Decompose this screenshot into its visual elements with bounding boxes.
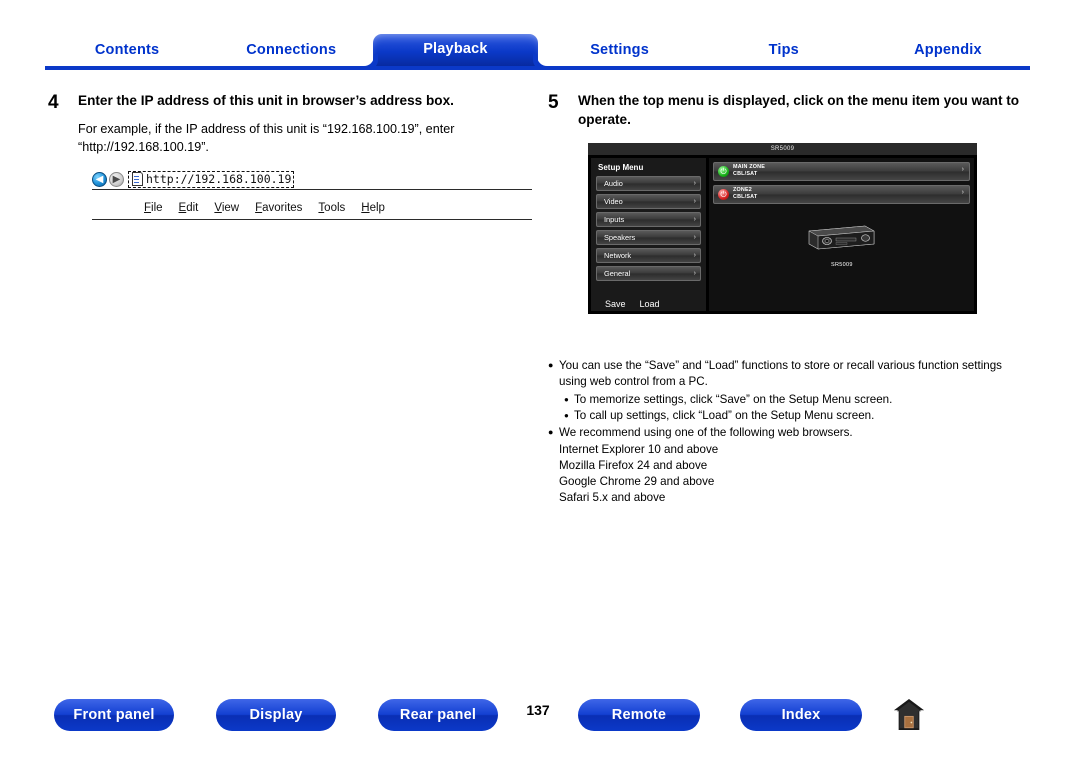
chevron-right-icon: › xyxy=(693,251,696,259)
browser-list-item: Mozilla Firefox 24 and above xyxy=(559,459,708,473)
home-icon[interactable] xyxy=(893,698,925,732)
display-button[interactable]: Display xyxy=(216,699,336,731)
zone-row[interactable]: ⏻ ZONE2 CBL/SAT › xyxy=(713,184,970,204)
zone-source: CBL/SAT xyxy=(733,171,758,177)
note-subtext: To memorize settings, click “Save” on th… xyxy=(574,392,893,406)
setup-item-video-label: Video xyxy=(604,196,623,206)
zone-name: ZONE2 xyxy=(733,187,752,193)
browser-list-item: Internet Explorer 10 and above xyxy=(559,443,719,457)
setup-item-inputs-label: Inputs xyxy=(604,214,625,224)
receiver-device-image xyxy=(808,225,875,249)
step-5-number: 5 xyxy=(548,92,559,113)
browser-list-item: Safari 5.x and above xyxy=(559,491,666,505)
browser-list: Internet Explorer 10 and above Mozilla F… xyxy=(559,442,1018,506)
zone-source: CBL/SAT xyxy=(733,194,758,200)
load-button[interactable]: Load xyxy=(640,299,660,309)
bullet-icon: ● xyxy=(564,411,569,421)
note-text: We recommend using one of the following … xyxy=(559,425,853,439)
bullet-icon: ● xyxy=(548,360,554,370)
tab-tips[interactable]: Tips xyxy=(702,42,866,66)
back-arrow-icon[interactable]: ◀ xyxy=(92,171,107,187)
note-subitem: ● To call up settings, click “Load” on t… xyxy=(564,408,1018,424)
bottom-navigation: Front panel Display Rear panel 137 Remot… xyxy=(0,697,1080,737)
browser-list-item: Google Chrome 29 and above xyxy=(559,475,715,489)
step-4-heading: 4 Enter the IP address of this unit in b… xyxy=(48,92,530,113)
zone-panel: ⏻ MAIN ZONE CBL/SAT › ⏻ ZONE2 CBL/SAT › xyxy=(709,157,974,311)
zone-name: MAIN ZONE xyxy=(733,164,766,170)
step-5-column: 5 When the top menu is displayed, click … xyxy=(548,92,1030,314)
nav-underline xyxy=(45,66,1030,70)
step-5-heading: 5 When the top menu is displayed, click … xyxy=(548,92,1030,130)
setup-menu-label: Setup Menu xyxy=(598,162,644,172)
chevron-right-icon: › xyxy=(693,179,696,187)
chevron-right-icon: › xyxy=(693,233,696,241)
screen-title-bar: SR5009 xyxy=(588,142,977,155)
step-4-number: 4 xyxy=(48,92,59,113)
setup-menu-screenshot: SR5009 Setup Menu Audio › Video › Inputs › … xyxy=(588,142,977,314)
device-model-label: SR5009 xyxy=(831,261,853,268)
note-text: You can use the “Save” and “Load” functi… xyxy=(559,359,1002,389)
step-4-title: Enter the IP address of this unit in bro… xyxy=(78,93,454,108)
browser-address-illustration: ◀ ▶ http://192.168.100.19 File Edit View… xyxy=(92,170,532,223)
menu-help[interactable]: Help xyxy=(361,202,385,214)
save-button[interactable]: Save xyxy=(605,299,626,309)
setup-item-network-label: Network xyxy=(604,250,632,260)
page-icon xyxy=(132,172,143,187)
power-icon[interactable]: ⏻ xyxy=(718,165,729,177)
forward-arrow-icon[interactable]: ▶ xyxy=(109,171,124,187)
index-button[interactable]: Index xyxy=(740,699,862,731)
rear-panel-button[interactable]: Rear panel xyxy=(378,699,498,731)
menu-file[interactable]: File xyxy=(144,202,163,214)
setup-item-speakers[interactable]: Speakers › xyxy=(596,229,701,245)
menu-tools[interactable]: Tools xyxy=(318,202,345,214)
setup-menu-panel: Setup Menu Audio › Video › Inputs › Speaker… xyxy=(591,157,706,311)
step-4-column: 4 Enter the IP address of this unit in b… xyxy=(48,92,532,223)
page-number: 137 xyxy=(526,702,550,718)
setup-item-audio[interactable]: Audio › xyxy=(596,175,701,191)
chevron-right-icon: › xyxy=(961,165,964,173)
power-icon[interactable]: ⏻ xyxy=(718,188,729,200)
menu-view[interactable]: View xyxy=(214,202,239,214)
tab-appendix[interactable]: Appendix xyxy=(866,42,1030,66)
setup-item-video[interactable]: Video › xyxy=(596,193,701,209)
tab-bar: Contents Connections Playback Settings T… xyxy=(45,26,1030,66)
address-bar[interactable]: http://192.168.100.19 xyxy=(128,170,295,188)
front-panel-button[interactable]: Front panel xyxy=(54,699,174,731)
step-5-title: When the top menu is displayed, click on… xyxy=(578,93,1020,127)
setup-item-audio-label: Audio xyxy=(604,178,623,188)
chevron-right-icon: › xyxy=(693,269,696,277)
chevron-right-icon: › xyxy=(693,215,696,223)
note-subitem: ● To memorize settings, click “Save” on … xyxy=(564,392,1018,408)
address-bar-value: http://192.168.100.19 xyxy=(146,172,292,187)
menu-edit[interactable]: Edit xyxy=(179,202,199,214)
note-item: ● We recommend using one of the followin… xyxy=(548,425,1018,441)
tab-connections[interactable]: Connections xyxy=(209,42,373,66)
tab-playback[interactable]: Playback xyxy=(373,34,538,66)
setup-item-network[interactable]: Network › xyxy=(596,247,701,263)
note-subtext: To call up settings, click “Load” on the… xyxy=(574,409,875,423)
step-4-body: For example, if the IP address of this u… xyxy=(78,121,455,154)
setup-footer-buttons: Save Load xyxy=(591,299,706,309)
notes-block: ● You can use the “Save” and “Load” func… xyxy=(548,358,1018,506)
setup-item-speakers-label: Speakers xyxy=(604,232,636,242)
bullet-icon: ● xyxy=(548,426,554,437)
bullet-icon: ● xyxy=(564,394,569,404)
remote-button[interactable]: Remote xyxy=(578,699,700,731)
zone-row[interactable]: ⏻ MAIN ZONE CBL/SAT › xyxy=(713,161,970,181)
top-navigation: Contents Connections Playback Settings T… xyxy=(0,0,1080,70)
menu-favorites[interactable]: Favorites xyxy=(255,202,302,214)
note-item: ● You can use the “Save” and “Load” func… xyxy=(548,358,1018,391)
chevron-right-icon: › xyxy=(961,188,964,196)
browser-menu-items: File Edit View Favorites Tools Help xyxy=(144,202,385,214)
chevron-right-icon: › xyxy=(693,197,696,205)
setup-item-general-label: General xyxy=(604,268,631,278)
setup-item-inputs[interactable]: Inputs › xyxy=(596,211,701,227)
tab-contents[interactable]: Contents xyxy=(45,42,209,66)
setup-item-general[interactable]: General › xyxy=(596,265,701,281)
tab-settings[interactable]: Settings xyxy=(538,42,702,66)
